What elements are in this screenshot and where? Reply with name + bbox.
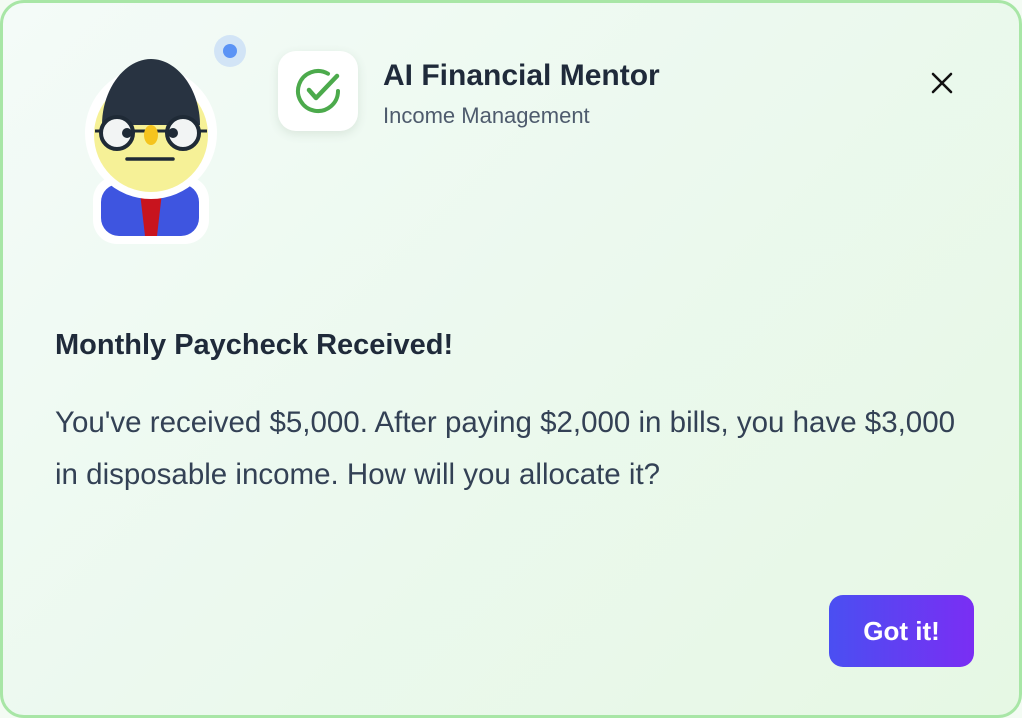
dialog-title: AI Financial Mentor [383,59,660,92]
online-status-dot [214,35,246,67]
dialog-subtitle: Income Management [383,103,590,128]
mentor-avatar-icon [81,55,221,245]
mentor-dialog: AI Financial Mentor Income Management Mo… [0,0,1022,718]
checkmark-circle-icon [296,69,340,113]
got-it-button[interactable]: Got it! [829,595,974,667]
close-button[interactable] [920,61,964,105]
close-icon [931,72,953,94]
message-heading: Monthly Paycheck Received! [55,329,454,361]
message-body: You've received $5,000. After paying $2,… [55,406,956,491]
app-icon [278,51,358,131]
